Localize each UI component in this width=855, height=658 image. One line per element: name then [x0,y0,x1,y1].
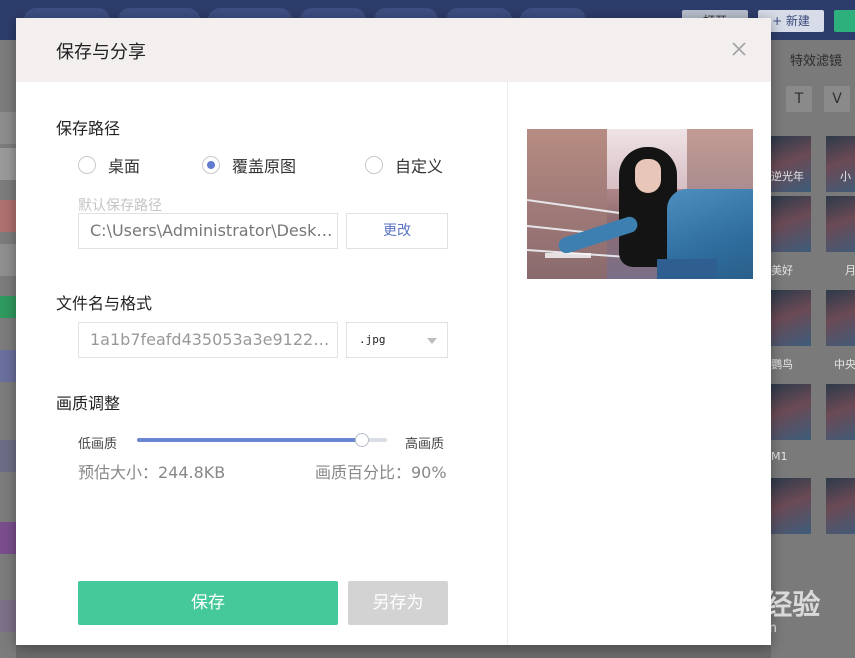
filter-thumbnail[interactable] [771,196,811,252]
radio-circle-checked [202,156,220,174]
filter-thumbnail[interactable] [771,478,811,534]
close-icon[interactable] [730,40,748,58]
filter-thumbnail[interactable] [771,384,811,440]
canvas-bottom-strip [16,644,771,658]
radio-overwrite-label: 覆盖原图 [232,157,297,176]
estimated-size-text: 预估大小：244.8KB [78,463,226,482]
quality-slider[interactable] [137,433,387,447]
low-quality-label: 低画质 [78,437,118,452]
radio-custom-label: 自定义 [395,157,444,176]
filter-thumbnail[interactable] [826,478,855,534]
quality-percent-text: 画质百分比：90% [315,463,447,482]
dialog-divider [507,82,508,645]
preview-image [527,129,753,279]
tool-chip[interactable] [0,296,16,318]
default-path-hint: 默认保存路径 [78,198,162,214]
filter-thumbnail-label: 逆光年 [771,170,804,183]
preview-person-jeans [657,259,717,279]
effects-panel [771,40,855,658]
filter-thumbnail[interactable] [771,290,811,346]
filename-field[interactable]: 1a1b7feafd435053a3e91226719b [78,322,338,358]
filter-thumbnail[interactable] [826,290,855,346]
tool-chip[interactable] [0,112,16,144]
radio-circle [78,156,96,174]
format-select[interactable]: .jpg [346,322,448,358]
save-button[interactable]: 保存 [78,581,338,625]
tool-chip[interactable] [0,600,16,632]
filename-format-title: 文件名与格式 [56,294,153,313]
save-share-dialog: 保存与分享 保存路径 桌面 覆盖原图 自定义 默认保存路径 C:\Users\A… [16,18,771,645]
save-path-field[interactable]: C:\Users\Administrator\Desktop [78,213,338,249]
filter-thumbnail-label: 鹦鸟 [771,358,793,371]
high-quality-label: 高画质 [405,437,445,452]
save-as-button[interactable]: 另存为 [348,581,448,625]
filter-thumbnail[interactable] [826,384,855,440]
dialog-title: 保存与分享 [56,42,146,63]
radio-desktop-label: 桌面 [108,157,141,176]
save-path-title: 保存路径 [56,119,121,138]
watermark-brand: Bai du 经验 [655,588,821,621]
filter-thumbnail[interactable] [826,196,855,252]
tool-chip[interactable] [0,200,16,232]
quality-slider-handle[interactable] [355,433,369,447]
filter-thumbnail-label: 美好 [771,264,793,277]
tool-chip[interactable] [0,148,16,180]
filter-thumbnail-label: 中央 [834,358,855,371]
font-v-icon[interactable]: V [824,86,850,112]
quality-title: 画质调整 [56,394,121,413]
preview-logo-mark [545,253,591,258]
baidu-jingyan-watermark: Bai du 经验 jingyan.baidu.com [655,583,820,639]
filter-thumbnail-label: M1 [771,450,788,463]
dialog-header: 保存与分享 [16,18,771,82]
preview-person-face [635,159,661,193]
format-select-value: .jpg [359,333,386,346]
filter-thumbnail-label: 月 [845,264,855,277]
effects-panel-title: 特效滤镜 [790,54,843,69]
radio-desktop[interactable]: 桌面 [78,154,140,176]
tool-chip[interactable] [0,522,16,554]
tool-chip[interactable] [0,440,16,472]
tool-chip[interactable] [0,350,16,382]
watermark-url: jingyan.baidu.com [657,621,777,636]
radio-custom[interactable]: 自定义 [365,154,443,176]
filter-thumbnail-label: 小 [840,170,851,183]
save-location-radio-group: 桌面 覆盖原图 自定义 [78,154,458,176]
font-t-icon[interactable]: T [786,86,812,112]
radio-circle [365,156,383,174]
radio-overwrite[interactable]: 覆盖原图 [202,154,296,176]
tool-chip[interactable] [0,244,16,276]
change-path-button[interactable]: 更改 [346,213,448,249]
quality-slider-fill [137,438,362,442]
share-button[interactable] [834,10,855,32]
chevron-down-icon [427,338,437,344]
left-tool-panel [0,40,16,658]
